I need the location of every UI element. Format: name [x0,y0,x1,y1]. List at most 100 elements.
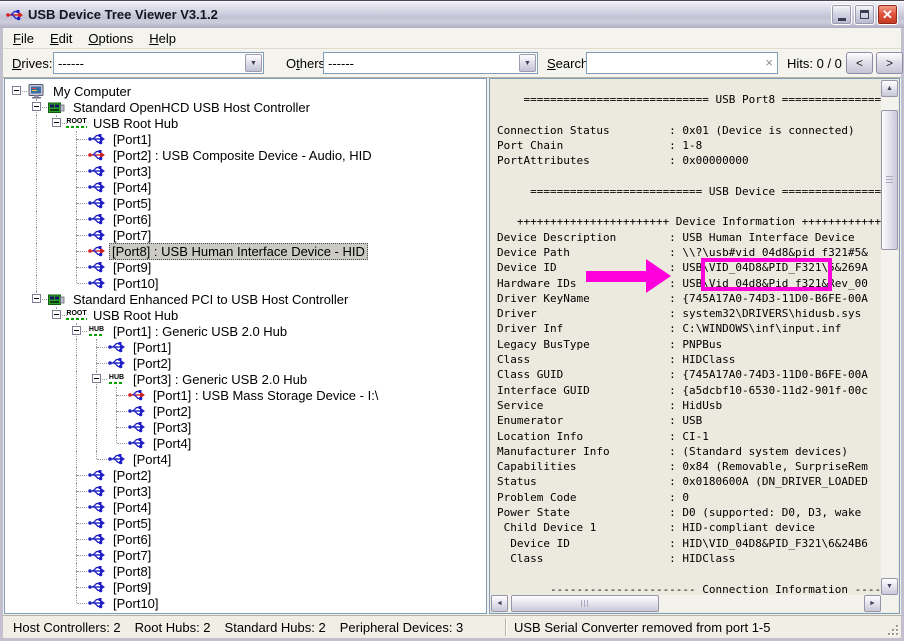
expander-icon[interactable] [92,374,101,383]
tree-row[interactable]: [Port7] [7,547,486,563]
expander-icon[interactable] [32,102,41,111]
tree-row[interactable]: [Port7] [7,227,486,243]
port-icon [87,212,106,227]
chevron-down-icon[interactable]: ▼ [245,54,262,72]
tree-row[interactable]: [Port6] [7,531,486,547]
tree-row[interactable]: [Port8] : USB Human Interface Device - H… [7,243,486,259]
tree-row[interactable]: [Port8] [7,563,486,579]
tree-connector [67,515,87,531]
tree-row[interactable]: Standard Enhanced PCI to USB Host Contro… [7,291,486,307]
tree-indent [47,243,67,259]
tree-row[interactable]: HUB[Port3] : Generic USB 2.0 Hub [7,371,486,387]
tree-row[interactable]: [Port4] [7,435,486,451]
tree-indent [67,451,87,467]
expander-icon[interactable] [32,294,41,303]
tree-row-label: [Port2] [129,355,175,372]
tree-indent [47,467,67,483]
tree-indent [27,355,47,371]
scroll-left-icon[interactable]: ◄ [491,595,508,612]
search-input[interactable] [589,54,757,72]
prev-hit-button[interactable]: < [846,52,873,74]
clear-icon[interactable]: × [765,55,773,70]
tree-row[interactable]: [Port9] [7,579,486,595]
search-box[interactable]: × [586,52,778,74]
tree-row[interactable]: [Port5] [7,515,486,531]
tree-indent [27,483,47,499]
detail-line: Device ID : HID\VID_04D8&PID_F321\6&24B6 [497,536,881,551]
status-count: Standard Hubs: 2 [225,620,326,635]
tree-row[interactable]: ROOTUSB Root Hub [7,115,486,131]
device-icon [87,244,106,259]
tree-row[interactable]: [Port9] [7,259,486,275]
tree-indent [7,419,27,435]
detail-line [497,107,881,122]
scroll-down-icon[interactable]: ▼ [881,578,898,595]
tree-row[interactable]: [Port1] [7,339,486,355]
maximize-button[interactable] [854,4,875,25]
vertical-scroll-thumb[interactable] [881,110,898,250]
tree-row-label: [Port2] [149,403,195,420]
tree-row[interactable]: [Port3] [7,163,486,179]
tree-row[interactable]: Standard OpenHCD USB Host Controller [7,99,486,115]
tree-connector [107,403,127,419]
scroll-up-icon[interactable]: ▲ [881,80,898,97]
tree-row-label: [Port4] [109,179,155,196]
tree-indent [67,435,87,451]
tree-indent [47,531,67,547]
computer-icon [27,84,46,99]
resize-grip[interactable] [886,623,899,636]
tree-connector [87,339,107,355]
tree-row[interactable]: [Port2] [7,467,486,483]
port-icon [127,404,146,419]
drives-combo-value: ------ [54,56,244,71]
expander-icon[interactable] [12,86,21,95]
tree-row-label: [Port6] [109,211,155,228]
others-combo[interactable]: ------ ▼ [323,52,538,74]
tree-indent [47,211,67,227]
minimize-button[interactable] [831,4,852,25]
expander-icon[interactable] [72,326,81,335]
tree-row[interactable]: [Port2] : USB Composite Device - Audio, … [7,147,486,163]
tree-row-label: [Port3] [109,483,155,500]
tree-row[interactable]: [Port2] [7,403,486,419]
menu-edit[interactable]: Edit [42,29,80,48]
horizontal-scroll-thumb[interactable] [511,595,659,612]
tree-row[interactable]: [Port3] [7,419,486,435]
tree-row[interactable]: [Port2] [7,355,486,371]
expander-icon[interactable] [52,118,61,127]
tree-indent [27,419,47,435]
tree-row[interactable]: [Port4] [7,451,486,467]
tree-row[interactable]: [Port10] [7,275,486,291]
tree-row-label: [Port6] [109,531,155,548]
vertical-scrollbar[interactable]: ▲ ▼ [881,80,898,595]
close-button[interactable]: ✕ [877,4,898,25]
hub-icon: HUB [107,372,126,387]
scroll-right-icon[interactable]: ► [864,595,881,612]
menu-options[interactable]: Options [80,29,141,48]
tree-row[interactable]: [Port1] [7,131,486,147]
next-hit-button[interactable]: > [876,52,903,74]
chevron-down-icon[interactable]: ▼ [519,54,536,72]
tree-row[interactable]: [Port10] [7,595,486,611]
expander-icon[interactable] [52,310,61,319]
menu-file[interactable]: File [5,29,42,48]
tree-row[interactable]: My Computer [7,83,486,99]
tree-indent [47,435,67,451]
tree-row[interactable]: HUB[Port1] : Generic USB 2.0 Hub [7,323,486,339]
tree-row[interactable]: [Port5] [7,195,486,211]
tree-row[interactable]: [Port3] [7,483,486,499]
tree-indent [7,195,27,211]
tree-connector [107,387,127,403]
detail-line: Status : 0x0180600A (DN_DRIVER_LOADED [497,474,881,489]
tree-row[interactable]: ROOTUSB Root Hub [7,307,486,323]
tree-row[interactable]: [Port1] : USB Mass Storage Device - I:\ [7,387,486,403]
tree-row[interactable]: [Port6] [7,211,486,227]
root-icon: ROOT [67,308,86,323]
menu-help[interactable]: Help [141,29,184,48]
tree-indent [27,339,47,355]
tree-row[interactable]: [Port4] [7,179,486,195]
drives-combo[interactable]: ------ ▼ [53,52,264,74]
tree-indent [47,339,67,355]
tree-row[interactable]: [Port4] [7,499,486,515]
horizontal-scrollbar[interactable]: ◄ ► [491,595,881,612]
